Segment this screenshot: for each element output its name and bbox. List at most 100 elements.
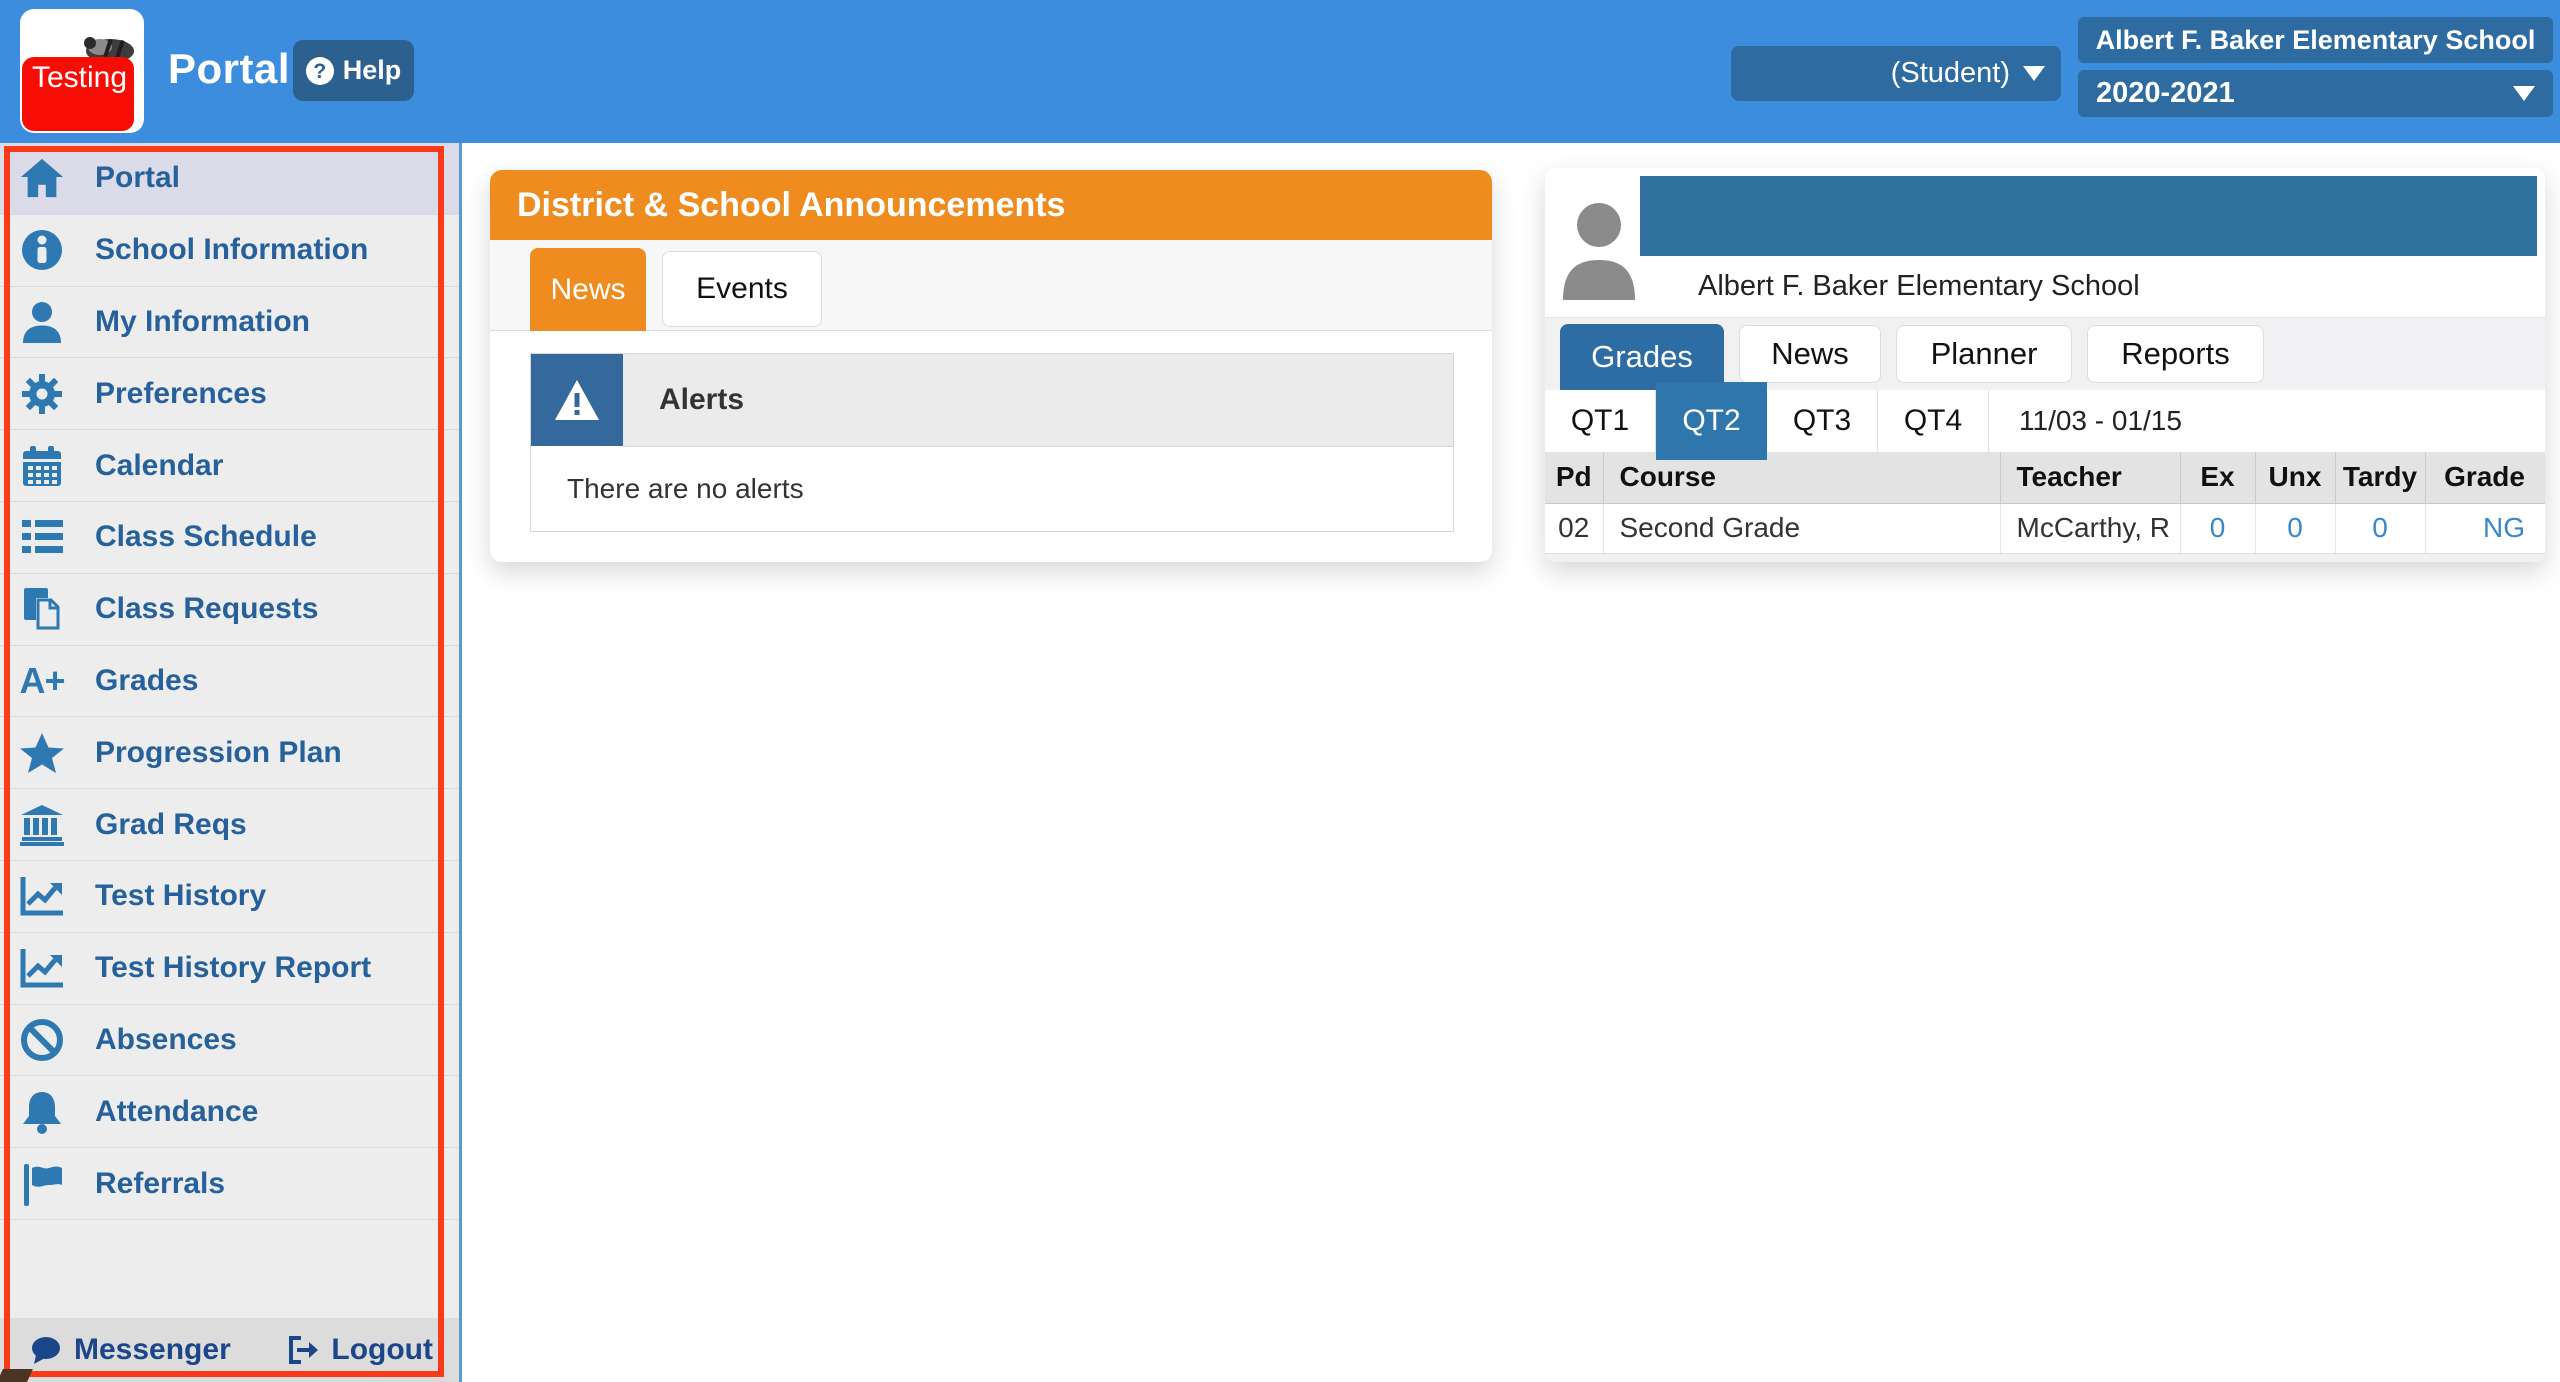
cell-pd: 02 (1545, 503, 1603, 553)
sidebar-item-school-information[interactable]: School Information (0, 215, 459, 287)
sidebar-item-label: Calendar (95, 449, 223, 483)
student-card: Albert F. Baker Elementary School Grades… (1545, 168, 2545, 562)
copy-icon (17, 585, 67, 633)
school-selector-label: Albert F. Baker Elementary School (2096, 25, 2536, 56)
tab-news-label: News (550, 273, 625, 307)
star-icon (17, 729, 67, 777)
sidebar-item-absences[interactable]: Absences (0, 1005, 459, 1077)
bank-icon (17, 801, 67, 849)
sidebar-item-label: Absences (95, 1023, 237, 1057)
sidebar-item-grad-reqs[interactable]: Grad Reqs (0, 789, 459, 861)
alerts-panel: Alerts There are no alerts (530, 353, 1454, 532)
col-header-tardy: Tardy (2335, 452, 2425, 503)
tab-events-label: Events (696, 272, 788, 306)
sidebar-item-portal[interactable]: Portal (0, 143, 459, 215)
tab-qt4[interactable]: QT4 (1878, 390, 1989, 452)
sidebar-item-label: Portal (95, 161, 180, 195)
col-header-grade: Grade (2425, 452, 2545, 503)
sidebar-item-referrals[interactable]: Referrals (0, 1148, 459, 1220)
school-selector[interactable]: Albert F. Baker Elementary School (2078, 17, 2553, 63)
announcements-body: Alerts There are no alerts (490, 331, 1492, 562)
logo-label: Testing (22, 57, 134, 131)
sidebar-item-label: Test History Report (95, 951, 371, 985)
messenger-label: Messenger (74, 1333, 231, 1367)
tab-qt2[interactable]: QT2 (1656, 382, 1767, 460)
school-year-label: 2020-2021 (2096, 77, 2235, 110)
tab-grades[interactable]: Grades (1560, 324, 1724, 390)
ban-icon (17, 1016, 67, 1064)
list-icon (17, 513, 67, 561)
alerts-header: Alerts (531, 354, 1453, 447)
sidebar-item-label: Preferences (95, 377, 267, 411)
page-title: Portal (168, 0, 290, 143)
sidebar-item-class-schedule[interactable]: Class Schedule (0, 502, 459, 574)
warning-triangle-icon (531, 354, 623, 446)
unexcused-absences-link[interactable]: 0 (2287, 512, 2303, 543)
person-silhouette-icon (1558, 188, 1640, 300)
chat-bubble-icon (30, 1335, 62, 1365)
home-icon (17, 154, 67, 202)
sidebar-item-calendar[interactable]: Calendar (0, 430, 459, 502)
app-header: Testing Portal ? Help (Student) Albert F… (0, 0, 2560, 143)
quarter-date-range: 11/03 - 01/15 (1989, 405, 2545, 437)
messenger-button[interactable]: Messenger (30, 1333, 231, 1367)
sidebar-item-test-history-report[interactable]: Test History Report (0, 933, 459, 1005)
school-year-dropdown[interactable]: 2020-2021 (2078, 70, 2553, 117)
sidebar-item-attendance[interactable]: Attendance (0, 1076, 459, 1148)
sidebar-item-preferences[interactable]: Preferences (0, 358, 459, 430)
logout-button[interactable]: Logout (287, 1333, 433, 1367)
student-role-label: (Student) (1891, 57, 2010, 90)
tab-qt1[interactable]: QT1 (1545, 390, 1656, 452)
cell-teacher: McCarthy, R (2000, 503, 2180, 553)
excused-absences-link[interactable]: 0 (2210, 512, 2226, 543)
tab-reports[interactable]: Reports (2087, 325, 2264, 383)
sidebar-item-label: Progression Plan (95, 736, 342, 770)
cell-course: Second Grade (1603, 503, 2000, 553)
sidebar-item-my-information[interactable]: My Information (0, 287, 459, 359)
sidebar-item-label: Class Requests (95, 592, 318, 626)
tardy-link[interactable]: 0 (2372, 512, 2388, 543)
tab-news[interactable]: News (530, 248, 646, 331)
tab-events[interactable]: Events (662, 251, 822, 327)
help-button-label: Help (343, 55, 402, 86)
chevron-down-icon (2513, 86, 2535, 101)
student-name-banner (1640, 176, 2537, 256)
help-button[interactable]: ? Help (293, 40, 414, 101)
sidebar-item-label: My Information (95, 305, 310, 339)
sidebar-item-test-history[interactable]: Test History (0, 861, 459, 933)
calendar-icon (17, 442, 67, 490)
student-avatar (1558, 188, 1640, 300)
announcements-title: District & School Announcements (490, 170, 1492, 240)
chart-line-icon (17, 872, 67, 920)
alerts-title: Alerts (623, 354, 1453, 447)
grade-link[interactable]: NG (2483, 512, 2525, 543)
sidebar-item-grades[interactable]: A+ Grades (0, 646, 459, 718)
sidebar-item-class-requests[interactable]: Class Requests (0, 574, 459, 646)
grades-table: Pd Course Teacher Ex Unx Tardy Grade 02 … (1545, 452, 2545, 554)
bell-icon (17, 1088, 67, 1136)
a-plus-icon: A+ (17, 657, 67, 705)
tab-planner[interactable]: Planner (1896, 325, 2072, 383)
tab-reports-label: Reports (2121, 336, 2230, 372)
tab-planner-label: Planner (1931, 336, 2038, 372)
sidebar-item-label: Grad Reqs (95, 808, 247, 842)
alerts-empty-message: There are no alerts (531, 447, 1453, 531)
portal-page: { "header": { "logo_text": "Testing", "a… (0, 0, 2560, 1382)
tab-qt3[interactable]: QT3 (1767, 390, 1878, 452)
col-header-unx: Unx (2255, 452, 2335, 503)
tab-student-news[interactable]: News (1739, 325, 1881, 383)
grades-table-row: 02 Second Grade McCarthy, R 0 0 0 NG (1545, 503, 2545, 553)
col-header-pd: Pd (1545, 452, 1603, 503)
gear-icon (17, 370, 67, 418)
logout-label: Logout (331, 1333, 433, 1367)
sidebar-footer: Messenger Logout (0, 1318, 459, 1382)
flag-icon (17, 1160, 67, 1208)
main-content: District & School Announcements News Eve… (465, 143, 2560, 1382)
student-role-dropdown[interactable]: (Student) (1731, 46, 2061, 101)
student-card-header: Albert F. Baker Elementary School (1545, 168, 2545, 318)
tab-grades-label: Grades (1591, 339, 1693, 375)
sidebar-item-progression-plan[interactable]: Progression Plan (0, 717, 459, 789)
sidebar-item-label: Class Schedule (95, 520, 317, 554)
user-icon (17, 298, 67, 346)
announcements-tabstrip: News Events (490, 240, 1492, 331)
